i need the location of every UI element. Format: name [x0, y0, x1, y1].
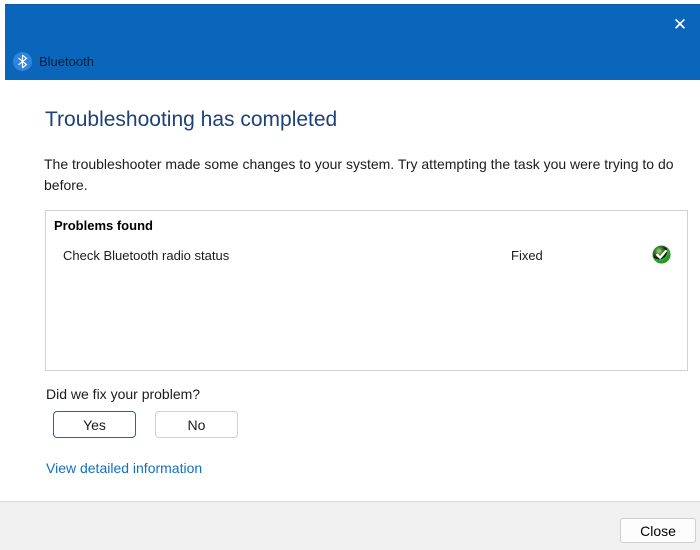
app-title-row: Bluetooth	[13, 52, 94, 71]
app-title: Bluetooth	[39, 54, 94, 69]
page-description: The troubleshooter made some changes to …	[44, 156, 674, 193]
table-row: Check Bluetooth radio status Fixed	[46, 245, 687, 267]
fixed-check-icon	[652, 245, 671, 264]
close-window-icon[interactable]: ✕	[667, 11, 693, 37]
window-header: ✕ Bluetooth	[5, 4, 700, 80]
dialog-footer: Close	[0, 501, 700, 550]
dialog-content: Troubleshooting has completed The troubl…	[0, 81, 700, 501]
page-title: Troubleshooting has completed	[45, 108, 338, 131]
fix-question-label: Did we fix your problem?	[46, 386, 201, 402]
yes-button[interactable]: Yes	[53, 411, 136, 438]
no-button[interactable]: No	[155, 411, 238, 438]
answer-buttons: Yes No	[53, 411, 238, 438]
problem-status: Fixed	[511, 248, 543, 263]
view-detailed-information-link[interactable]: View detailed information	[46, 460, 202, 476]
problems-found-panel: Problems found Check Bluetooth radio sta…	[45, 210, 688, 371]
close-button[interactable]: Close	[620, 518, 696, 543]
problems-found-header: Problems found	[54, 218, 153, 233]
bluetooth-icon	[13, 52, 32, 71]
problem-name: Check Bluetooth radio status	[63, 248, 230, 263]
